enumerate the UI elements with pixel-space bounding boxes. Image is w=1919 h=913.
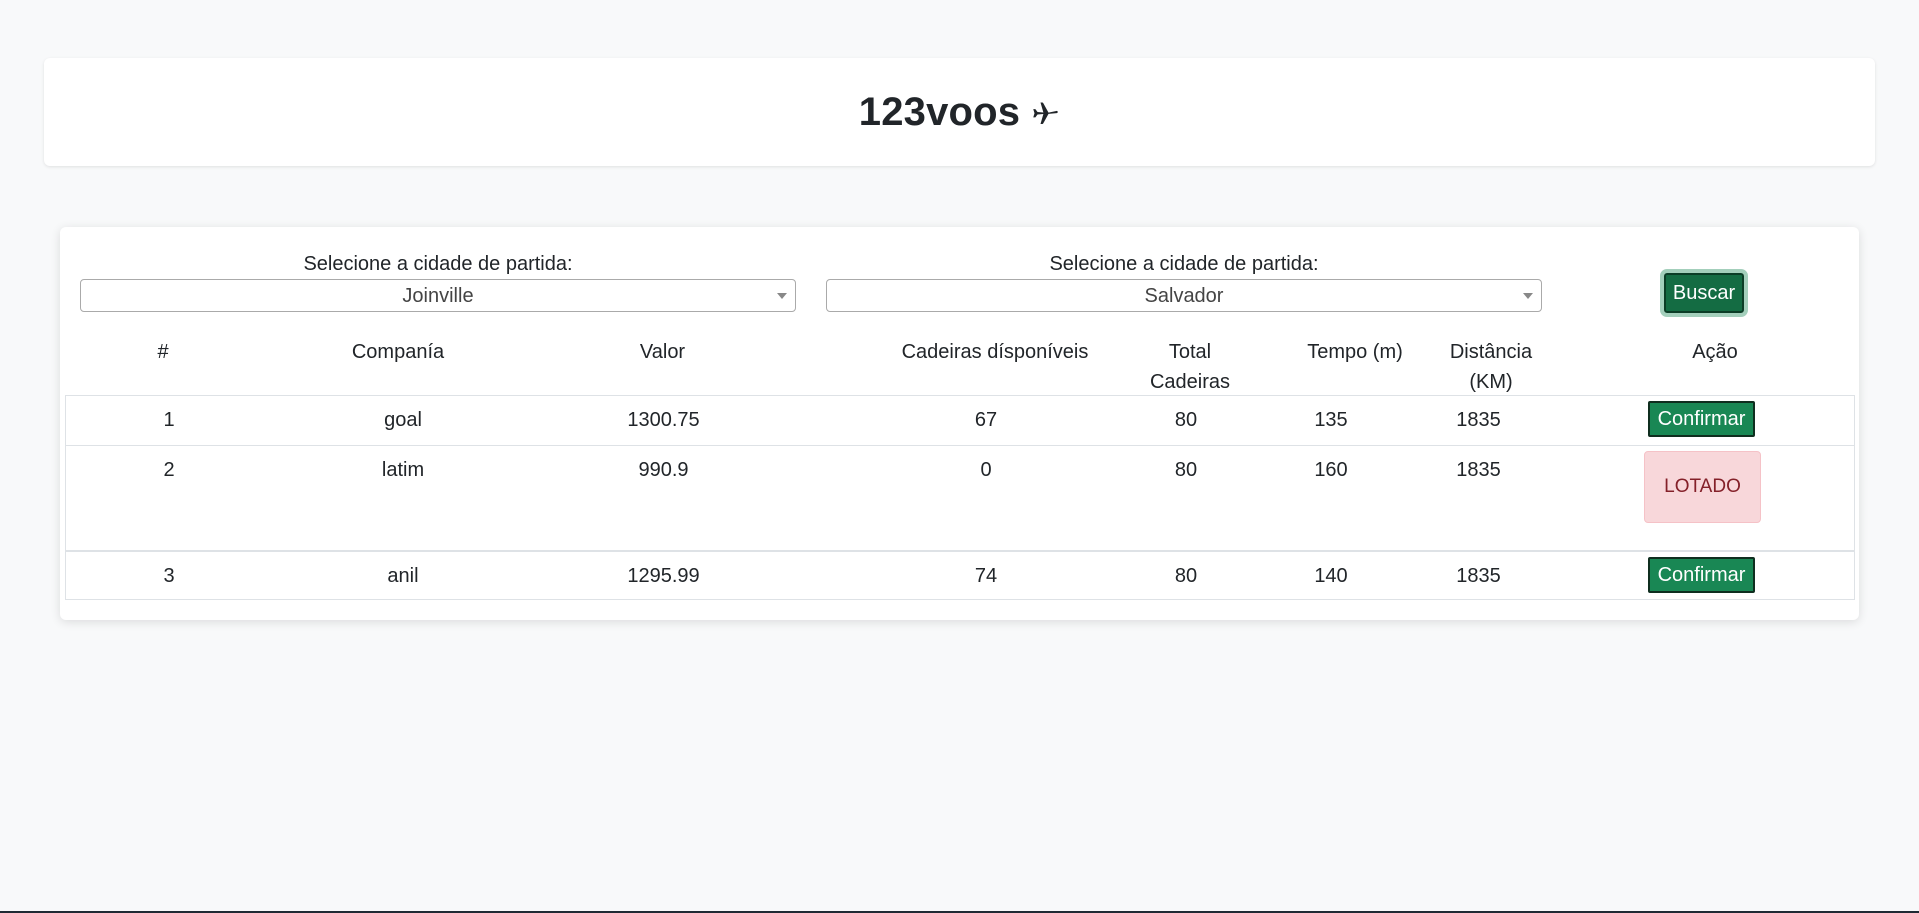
cell-available-seats: 67 xyxy=(974,409,998,431)
flights-table-body: 1 goal 1300.75 67 80 135 1835 Confirmar … xyxy=(65,395,1855,600)
cell-number: 2 xyxy=(163,459,175,481)
column-header-company: Companía xyxy=(351,341,445,363)
column-header-time: Tempo (m) xyxy=(1307,341,1403,363)
confirm-button[interactable]: Confirmar xyxy=(1648,557,1755,593)
cell-available-seats: 0 xyxy=(980,459,992,481)
destination-select-group: Selecione a cidade de partida: Salvador xyxy=(826,250,1542,312)
cell-distance: 1835 xyxy=(1456,459,1501,481)
table-row: 1 goal 1300.75 67 80 135 1835 Confirmar xyxy=(65,395,1855,445)
table-header: # Companía Valor Cadeiras dísponíveis To… xyxy=(65,337,1855,397)
sold-out-badge: LOTADO xyxy=(1644,451,1761,523)
column-header-available-seats: Cadeiras dísponíveis xyxy=(901,341,1089,363)
cell-company: anil xyxy=(387,565,419,587)
cell-price: 1300.75 xyxy=(627,409,700,431)
origin-select-value: Joinville xyxy=(402,285,474,307)
cell-total-seats: 80 xyxy=(1174,409,1198,431)
flight-search-card: Selecione a cidade de partida: Joinville… xyxy=(60,227,1859,620)
search-button[interactable]: Buscar xyxy=(1660,269,1748,317)
column-header-action: Ação xyxy=(1692,341,1738,363)
cell-available-seats: 74 xyxy=(974,565,998,587)
column-header-number: # xyxy=(157,341,169,363)
header-card: 123voos xyxy=(44,58,1875,166)
column-header-price: Valor xyxy=(639,341,686,363)
cell-time: 135 xyxy=(1314,409,1348,431)
destination-select[interactable]: Salvador xyxy=(826,279,1542,312)
brand: 123voos xyxy=(859,90,1061,135)
column-header-distance: Distância (KM) xyxy=(1449,341,1533,393)
destination-label: Selecione a cidade de partida: xyxy=(1049,253,1319,275)
origin-select[interactable]: Joinville xyxy=(80,279,796,312)
airplane-icon xyxy=(1030,97,1060,127)
table-row: 2 latim 990.9 0 80 160 1835 LOTADO xyxy=(65,445,1855,550)
brand-title: 123voos xyxy=(858,89,1021,134)
origin-label: Selecione a cidade de partida: xyxy=(303,253,573,275)
destination-select-value: Salvador xyxy=(1144,285,1224,307)
cell-distance: 1835 xyxy=(1456,409,1501,431)
cell-time: 160 xyxy=(1314,459,1348,481)
chevron-down-icon xyxy=(1523,293,1533,299)
cell-total-seats: 80 xyxy=(1174,459,1198,481)
cell-company: latim xyxy=(381,459,425,481)
table-row: 3 anil 1295.99 74 80 140 1835 Confirmar xyxy=(65,550,1855,600)
cell-number: 1 xyxy=(163,409,175,431)
column-header-total-seats: Total Cadeiras xyxy=(1149,341,1231,393)
cell-distance: 1835 xyxy=(1456,565,1501,587)
cell-price: 990.9 xyxy=(638,459,689,481)
cell-total-seats: 80 xyxy=(1174,565,1198,587)
cell-number: 3 xyxy=(163,565,175,587)
origin-select-group: Selecione a cidade de partida: Joinville xyxy=(80,250,796,312)
chevron-down-icon xyxy=(777,293,787,299)
cell-price: 1295.99 xyxy=(627,565,700,587)
cell-time: 140 xyxy=(1314,565,1348,587)
confirm-button[interactable]: Confirmar xyxy=(1648,401,1755,437)
cell-company: goal xyxy=(384,409,422,431)
